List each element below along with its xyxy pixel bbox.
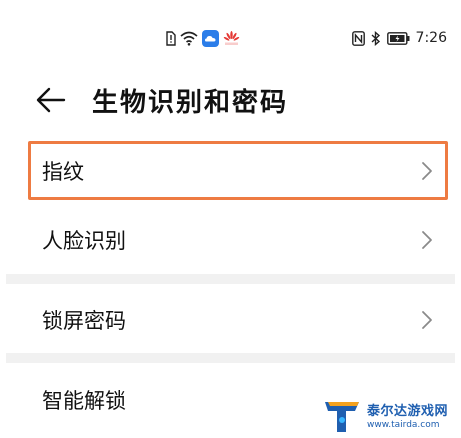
- row-label-lock-screen-password: 锁屏密码: [42, 309, 126, 333]
- settings-row-fingerprint[interactable]: 指纹: [0, 139, 461, 203]
- status-bar-right: 7:26: [351, 28, 447, 48]
- status-bar: 7:26: [0, 0, 461, 62]
- watermark-logo-icon: [325, 402, 359, 432]
- page-header: 生物识别和密码: [0, 72, 461, 128]
- settings-row-lock-screen-password[interactable]: 锁屏密码: [0, 288, 461, 352]
- battery-icon: [386, 31, 410, 45]
- status-time: 7:26: [415, 30, 447, 46]
- watermark-url: www.tairda.com: [367, 419, 440, 430]
- chevron-right-icon: [422, 231, 432, 249]
- chevron-right-icon: [422, 311, 432, 329]
- back-arrow-icon: [36, 87, 66, 113]
- section-divider: [6, 274, 455, 284]
- wifi-icon: [180, 31, 198, 46]
- status-bar-center: [166, 28, 240, 48]
- back-button[interactable]: [36, 84, 76, 116]
- row-label-face-recognition: 人脸识别: [42, 229, 126, 253]
- cloud-icon: [202, 29, 219, 47]
- row-label-smart-unlock: 智能解锁: [42, 389, 126, 413]
- watermark-title: 泰尔达游戏网: [367, 403, 449, 419]
- bluetooth-icon: [371, 30, 381, 46]
- section-divider: [6, 353, 455, 363]
- watermark: 泰尔达游戏网 www.tairda.com: [322, 398, 457, 436]
- huawei-logo-icon: [223, 30, 240, 46]
- nfc-icon: [351, 30, 365, 46]
- page-title: 生物识别和密码: [92, 88, 289, 118]
- chevron-right-icon: [422, 162, 432, 180]
- row-label-fingerprint: 指纹: [42, 160, 84, 184]
- settings-row-face-recognition[interactable]: 人脸识别: [0, 208, 461, 272]
- sim-error-icon: [166, 30, 176, 46]
